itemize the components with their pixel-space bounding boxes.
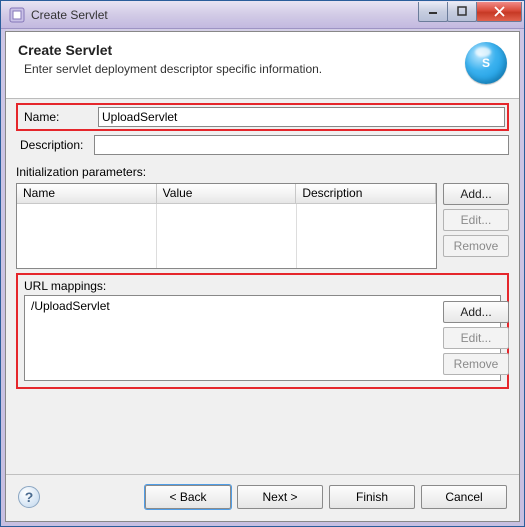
app-icon: [9, 7, 25, 23]
init-params-remove-button[interactable]: Remove: [443, 235, 509, 257]
url-mappings-edit-button[interactable]: Edit...: [443, 327, 509, 349]
next-button[interactable]: Next >: [237, 485, 323, 509]
titlebar: Create Servlet: [1, 1, 524, 29]
servlet-icon-letter: S: [482, 56, 490, 70]
init-params-col-value: Value: [157, 184, 297, 204]
url-mappings-list[interactable]: /UploadServlet: [24, 295, 501, 381]
init-params-add-button[interactable]: Add...: [443, 183, 509, 205]
url-mappings-remove-button[interactable]: Remove: [443, 353, 509, 375]
init-params-col-name: Name: [17, 184, 157, 204]
close-icon: [494, 6, 505, 17]
window-title: Create Servlet: [31, 8, 108, 22]
create-servlet-dialog: Create Servlet Create Servlet Enter serv…: [0, 0, 525, 527]
finish-button[interactable]: Finish: [329, 485, 415, 509]
back-button[interactable]: < Back: [145, 485, 231, 509]
window-controls: [419, 2, 522, 22]
help-icon[interactable]: ?: [18, 486, 40, 508]
url-mappings-label: URL mappings:: [24, 279, 501, 293]
wizard-banner: Create Servlet Enter servlet deployment …: [6, 32, 519, 99]
name-input[interactable]: [98, 107, 505, 127]
minimize-button[interactable]: [418, 2, 448, 22]
init-params-col-desc: Description: [296, 184, 436, 204]
cancel-button[interactable]: Cancel: [421, 485, 507, 509]
url-mappings-highlight: URL mappings: /UploadServlet: [16, 273, 509, 389]
init-params-table[interactable]: Name Value Description: [16, 183, 437, 269]
name-label: Name:: [20, 108, 98, 126]
init-params-label: Initialization parameters:: [16, 165, 509, 179]
name-field-highlight: Name:: [16, 103, 509, 131]
url-mapping-item[interactable]: /UploadServlet: [29, 298, 496, 314]
url-mappings-add-button[interactable]: Add...: [443, 301, 509, 323]
description-input[interactable]: [94, 135, 509, 155]
servlet-icon: S: [465, 42, 507, 84]
banner-subtitle: Enter servlet deployment descriptor spec…: [24, 62, 322, 76]
minimize-icon: [428, 6, 438, 16]
description-label: Description:: [16, 136, 94, 154]
client-area: Create Servlet Enter servlet deployment …: [5, 31, 520, 522]
close-button[interactable]: [476, 2, 522, 22]
init-params-edit-button[interactable]: Edit...: [443, 209, 509, 231]
maximize-icon: [457, 6, 467, 16]
maximize-button[interactable]: [447, 2, 477, 22]
banner-heading: Create Servlet: [18, 42, 322, 58]
